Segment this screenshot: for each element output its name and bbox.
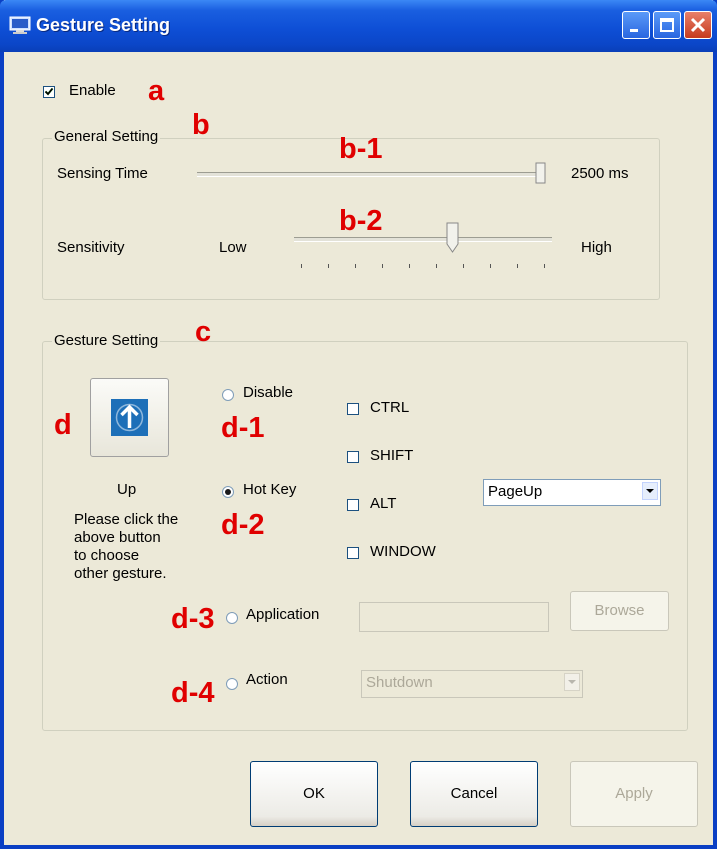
action-radio-label[interactable]: Action [246,671,288,688]
close-icon [690,17,706,33]
slider-tick [355,264,356,268]
hotkey-radio-label[interactable]: Hot Key [243,481,296,498]
apply-button[interactable]: Apply [570,761,698,827]
action-select-value: Shutdown [366,674,433,691]
application-radio-label[interactable]: Application [246,606,319,623]
sensitivity-label: Sensitivity [57,239,125,256]
minimize-button[interactable] [622,11,650,39]
close-button[interactable] [684,11,712,39]
hotkey-radio[interactable] [222,486,234,498]
annotation-b: b [192,109,210,141]
sensitivity-high-label: High [581,239,612,256]
application-radio[interactable] [226,612,238,624]
cancel-button[interactable]: Cancel [410,761,538,827]
alt-checkbox[interactable] [347,499,359,511]
ok-button[interactable]: OK [250,761,378,827]
gesture-hint: Please click the above button to choose … [74,511,178,583]
shift-checkbox[interactable] [347,451,359,463]
sensing-time-slider-thumb[interactable] [535,162,547,184]
sensitivity-slider-track[interactable] [294,237,552,242]
slider-tick [490,264,491,268]
annotation-d: d [54,409,72,441]
browse-button[interactable]: Browse [570,591,669,631]
gesture-name-label: Up [117,481,137,498]
enable-label[interactable]: Enable [69,82,116,99]
sensing-time-label: Sensing Time [57,165,148,182]
chevron-down-icon[interactable] [642,482,658,500]
hotkey-select-value: PageUp [488,483,543,500]
sensing-time-value: 2500 ms [571,165,629,182]
gesture-select-button[interactable] [90,378,169,457]
annotation-d4: d-4 [171,677,215,709]
window-checkbox[interactable] [347,547,359,559]
enable-checkbox[interactable] [43,86,55,98]
annotation-d1: d-1 [221,412,265,444]
window-checkbox-label[interactable]: WINDOW [370,543,436,560]
sensitivity-slider-thumb[interactable] [446,222,460,254]
application-path-input[interactable] [359,602,549,632]
maximize-button[interactable] [653,11,681,39]
slider-tick [463,264,464,268]
gesture-setting-title: Gesture Setting [52,332,161,349]
gesture-setting-window: Gesture Setting Enable a General Setting… [0,0,717,849]
alt-checkbox-label[interactable]: ALT [370,495,396,512]
shift-checkbox-label[interactable]: SHIFT [370,447,413,464]
gesture-hint-line: above button [74,529,161,546]
window-title: Gesture Setting [36,15,171,35]
action-radio[interactable] [226,678,238,690]
slider-tick [517,264,518,268]
chevron-down-icon[interactable] [564,673,580,691]
slider-tick [409,264,410,268]
slider-tick [301,264,302,268]
annotation-d2: d-2 [221,509,265,541]
annotation-c: c [195,316,212,348]
disable-radio-label[interactable]: Disable [243,384,293,401]
action-select[interactable]: Shutdown [361,670,583,698]
annotation-b1: b-1 [339,133,383,165]
disable-radio[interactable] [222,389,234,401]
up-arrow-icon [111,399,148,436]
hotkey-select[interactable]: PageUp [483,479,661,506]
ctrl-checkbox-label[interactable]: CTRL [370,399,409,416]
gesture-hint-line: to choose [74,547,140,564]
sensitivity-low-label: Low [219,239,247,256]
title-bar[interactable]: Gesture Setting [0,0,717,52]
checkmark-icon [44,87,54,96]
slider-tick [382,264,383,268]
maximize-icon [660,18,674,32]
gesture-hint-line: other gesture. [74,565,167,582]
app-icon [9,16,31,34]
gesture-hint-line: Please click the [74,511,179,528]
annotation-d3: d-3 [171,603,215,635]
general-setting-title: General Setting [52,128,161,145]
ctrl-checkbox[interactable] [347,403,359,415]
slider-tick [328,264,329,268]
annotation-b2: b-2 [339,205,383,237]
minimize-icon [630,29,638,32]
slider-tick [436,264,437,268]
annotation-a: a [148,75,165,107]
sensing-time-slider-track[interactable] [197,172,544,177]
slider-tick [544,264,545,268]
